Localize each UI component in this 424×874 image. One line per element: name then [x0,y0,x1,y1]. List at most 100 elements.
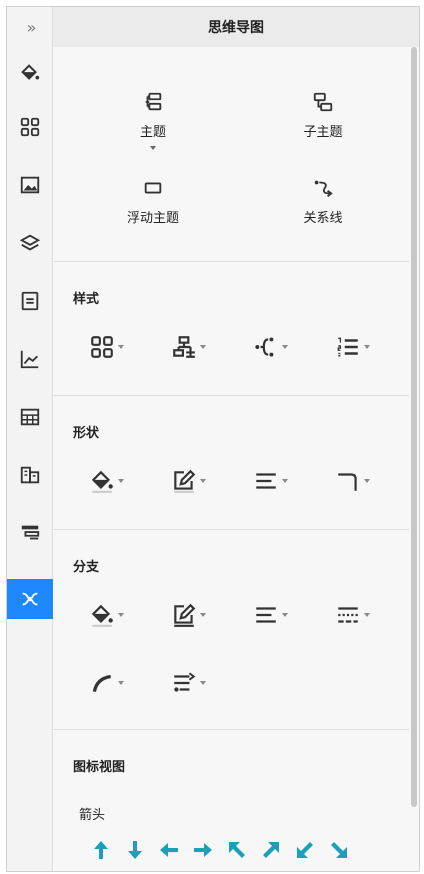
chevron-down-icon [118,681,124,685]
relation-line-icon [314,180,333,197]
arrow-down-left-button[interactable] [291,836,319,864]
banner-icon [21,525,40,540]
org-icon [20,466,40,484]
rail-grid-button[interactable] [9,107,51,147]
connector-icon [255,337,274,357]
corner-icon [338,473,357,491]
app-frame: » 思维导图 主题 子主题 浮动主题 关系线 样式 形状 分支 图标视图 箭头 [6,6,420,872]
mindmap-panel: 思维导图 主题 子主题 浮动主题 关系线 样式 形状 分支 图标视图 箭头 [53,7,419,871]
grid-icon [20,117,40,137]
shape-section-title: 形状 [73,426,100,441]
chevron-down-icon [200,479,206,483]
arrow-up-button[interactable] [87,836,115,864]
branch-color-button[interactable] [171,600,206,630]
chart-icon [20,350,39,369]
arrow-down-button[interactable] [121,836,149,864]
branch-arrow-style-button[interactable] [171,668,206,698]
arrow-up-right-button[interactable] [257,836,285,864]
rail-org-button[interactable] [9,455,51,495]
branch-section: 分支 [53,529,409,729]
shape-fill-button[interactable] [89,466,124,496]
chevron-down-icon[interactable] [150,146,156,150]
chevron-down-icon [282,613,288,617]
arrow-up-left-icon [229,842,245,858]
connector-style-button[interactable] [253,332,288,362]
rail-image-button[interactable] [9,165,51,205]
lines-icon [256,473,276,489]
dashed-lines-icon [338,607,358,623]
shape-corner-button[interactable] [335,466,370,496]
arrow-up-icon [94,841,108,859]
pencil-box-icon [174,603,196,627]
rail-document-button[interactable] [9,281,51,321]
numbering-style-button[interactable] [335,332,370,362]
numbered-list-icon [337,337,358,357]
rail-mindmap-button[interactable] [7,579,53,619]
collapse-rail-button[interactable]: » [7,7,53,47]
chevron-down-icon [118,345,124,349]
add-topic-button[interactable]: 主题 [83,91,223,150]
layout-style-button[interactable] [89,332,124,362]
arrow-left-button[interactable] [155,836,183,864]
chevron-down-icon [364,345,370,349]
branch-line-weight-button[interactable] [253,600,288,630]
chevron-down-icon [364,613,370,617]
chevron-down-icon [364,479,370,483]
mindmap-icon [22,592,38,606]
rail-table-button[interactable] [9,397,51,437]
add-subtopic-button[interactable]: 子主题 [253,91,393,140]
chevron-down-icon [282,479,288,483]
arrow-down-right-icon [331,842,347,858]
style-section: 样式 [53,261,409,395]
arrow-down-right-button[interactable] [325,836,353,864]
rail-banner-button[interactable] [9,513,51,553]
rail-fill-button[interactable] [9,53,51,93]
tree-structure-icon [173,336,195,358]
lines-icon [256,607,276,623]
chevron-down-icon [200,613,206,617]
branch-end-icon [174,672,196,692]
pencil-box-icon [174,469,196,493]
branch-fill-button[interactable] [89,600,124,630]
branch-curve-button[interactable] [89,668,124,698]
shape-line-style-button[interactable] [253,466,288,496]
style-section-title: 样式 [73,292,100,307]
grid-layout-icon [91,336,113,358]
iconview-section-title: 图标视图 [73,760,126,775]
panel-title: 思维导图 [53,7,419,47]
arrow-right-icon [194,843,212,857]
branch-section-title: 分支 [73,560,100,575]
arrow-down-icon [128,841,142,859]
curve-icon [92,674,111,693]
arrow-up-right-icon [263,842,279,858]
arrows-label: 箭头 [79,808,106,823]
branch-dash-button[interactable] [335,600,370,630]
structure-style-button[interactable] [171,332,206,362]
chevron-down-icon [118,479,124,483]
arrow-up-left-button[interactable] [223,836,251,864]
layers-icon [19,234,41,251]
image-icon [20,176,40,194]
add-floating-topic-button[interactable]: 浮动主题 [83,177,223,226]
double-chevron-right-icon: » [26,17,37,37]
shape-border-button[interactable] [171,466,206,496]
fill-icon [21,64,40,80]
chevron-down-icon [118,613,124,617]
chevron-down-icon [200,345,206,349]
topic-icon [145,92,162,111]
floating-topic-icon [144,182,162,194]
shape-section: 形状 [53,395,409,529]
table-icon [20,408,40,426]
fill-icon [91,470,113,493]
left-rail: » [7,7,53,871]
rail-chart-button[interactable] [9,339,51,379]
document-icon [21,291,39,311]
arrow-left-icon [160,843,178,857]
arrow-down-left-icon [297,842,313,858]
subtopic-icon [313,92,333,112]
add-relation-button[interactable]: 关系线 [253,177,393,226]
arrow-right-button[interactable] [189,836,217,864]
rail-layers-button[interactable] [9,223,51,263]
panel-scrollbar[interactable] [411,47,417,807]
relation-line-label: 关系线 [303,211,343,226]
